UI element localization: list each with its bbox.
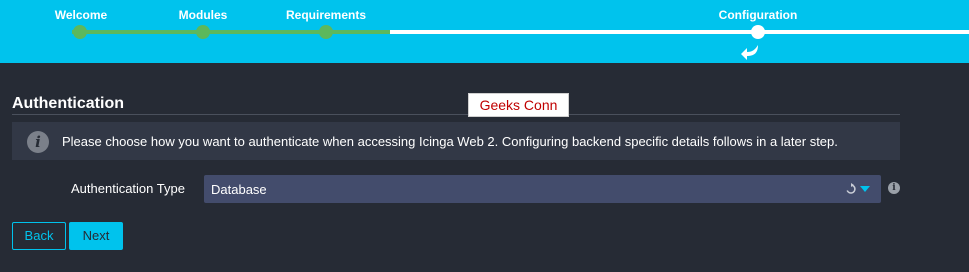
step-label-welcome: Welcome bbox=[54, 8, 108, 22]
progress-line-completed bbox=[72, 30, 390, 34]
help-icon[interactable]: i bbox=[888, 182, 900, 194]
chevron-down-icon[interactable] bbox=[860, 186, 870, 192]
info-box: i Please choose how you want to authenti… bbox=[12, 122, 900, 160]
step-label-modules: Modules bbox=[178, 8, 228, 22]
section-divider bbox=[12, 114, 900, 115]
progress-line-remaining bbox=[390, 30, 969, 34]
wizard-progress-header: Welcome Modules Requirements Configurati… bbox=[0, 0, 969, 63]
step-dot-requirements[interactable] bbox=[319, 25, 333, 39]
next-button[interactable]: Next bbox=[69, 222, 123, 250]
step-label-requirements: Requirements bbox=[285, 8, 367, 22]
step-dot-welcome[interactable] bbox=[73, 25, 87, 39]
back-button[interactable]: Back bbox=[12, 222, 66, 250]
auth-type-select[interactable]: Database bbox=[204, 175, 881, 203]
auth-type-value: Database bbox=[211, 182, 267, 197]
info-icon: i bbox=[27, 131, 49, 153]
watermark-label: Geeks Conn bbox=[468, 93, 569, 117]
return-arrow-icon bbox=[741, 45, 758, 60]
section-title: Authentication bbox=[12, 95, 124, 112]
step-dot-configuration[interactable] bbox=[751, 25, 765, 39]
info-text: Please choose how you want to authentica… bbox=[62, 134, 838, 149]
step-dot-modules[interactable] bbox=[196, 25, 210, 39]
auth-type-label: Authentication Type bbox=[71, 181, 185, 196]
refresh-icon[interactable] bbox=[845, 183, 857, 195]
step-label-configuration: Configuration bbox=[718, 8, 798, 22]
